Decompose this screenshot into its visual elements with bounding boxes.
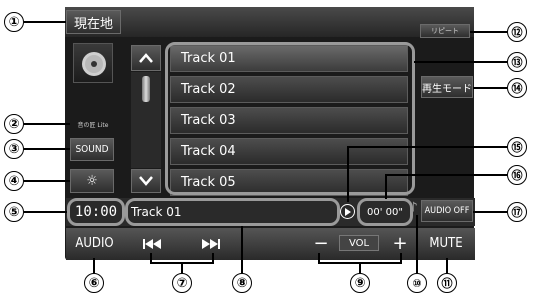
skip-back-icon bbox=[143, 238, 161, 249]
callout-15: ⑮ bbox=[507, 137, 527, 157]
callout-line bbox=[359, 262, 361, 273]
callout-2: ② bbox=[4, 114, 24, 134]
callout-line bbox=[24, 148, 70, 150]
repeat-button[interactable]: リピート bbox=[420, 24, 470, 38]
callout-1: ① bbox=[4, 12, 24, 32]
top-bar bbox=[65, 7, 474, 37]
callout-14: ⑭ bbox=[507, 78, 527, 98]
elapsed-outline bbox=[357, 198, 413, 226]
track-list-outline bbox=[165, 42, 415, 195]
scroll-down-button[interactable] bbox=[131, 169, 161, 193]
next-track-button[interactable] bbox=[183, 228, 239, 259]
disc-icon-box bbox=[73, 43, 113, 83]
callout-11: ⑪ bbox=[437, 273, 457, 293]
callout-line bbox=[24, 123, 70, 125]
callout-line bbox=[473, 211, 507, 213]
now-playing-outline bbox=[125, 198, 340, 226]
callout-5: ⑤ bbox=[4, 202, 24, 222]
skip-forward-icon bbox=[202, 238, 220, 249]
brightness-button[interactable]: ☼ bbox=[70, 169, 114, 193]
chevron-up-icon bbox=[139, 53, 153, 63]
callout-17: ⑰ bbox=[507, 202, 527, 222]
callout-line bbox=[150, 253, 152, 263]
sun-icon: ☼ bbox=[86, 173, 98, 189]
callout-line bbox=[347, 146, 507, 148]
callout-6: ⑥ bbox=[84, 273, 104, 293]
callout-line bbox=[385, 174, 387, 199]
callout-line bbox=[93, 258, 95, 273]
callout-line bbox=[385, 174, 507, 176]
callout-4: ④ bbox=[4, 171, 24, 191]
sound-button[interactable]: SOUND bbox=[70, 138, 114, 161]
callout-line bbox=[414, 61, 507, 63]
callout-line bbox=[470, 31, 507, 33]
callout-12: ⑫ bbox=[507, 22, 527, 42]
vol-minus-button[interactable]: − bbox=[311, 232, 331, 254]
callout-line bbox=[24, 211, 67, 213]
callout-line bbox=[181, 262, 183, 273]
callout-line bbox=[446, 258, 448, 273]
sound-preset-label[interactable]: 音の匠 Lite bbox=[70, 118, 116, 130]
callout-line bbox=[347, 146, 349, 202]
cd-icon bbox=[82, 52, 106, 76]
callout-9: ⑨ bbox=[350, 273, 370, 293]
callout-10: ⑩ bbox=[407, 273, 427, 293]
callout-line bbox=[241, 226, 243, 273]
audio-off-button[interactable]: AUDIO OFF bbox=[421, 200, 473, 222]
vol-label: VOL bbox=[339, 235, 379, 251]
callout-line bbox=[400, 253, 402, 263]
callout-8: ⑧ bbox=[232, 273, 252, 293]
callout-7: ⑦ bbox=[172, 273, 192, 293]
audio-button[interactable]: AUDIO bbox=[66, 228, 123, 259]
callout-line bbox=[24, 180, 70, 182]
clock-outline bbox=[67, 198, 125, 226]
play-mode-button[interactable]: 再生モード bbox=[421, 76, 473, 98]
callout-3: ③ bbox=[4, 139, 24, 159]
callout-16: ⑯ bbox=[507, 165, 527, 185]
callout-line bbox=[318, 253, 320, 263]
callout-line bbox=[416, 215, 418, 273]
playing-icon bbox=[340, 204, 355, 219]
current-location-button[interactable]: 現在地 bbox=[66, 10, 121, 34]
scroll-up-button[interactable] bbox=[131, 45, 161, 71]
callout-line bbox=[24, 21, 66, 23]
scrollbar-thumb[interactable] bbox=[142, 76, 150, 102]
callout-line bbox=[473, 87, 507, 89]
chevron-down-icon bbox=[139, 176, 153, 186]
callout-13: ⑬ bbox=[507, 52, 527, 72]
prev-track-button[interactable] bbox=[124, 228, 180, 259]
vol-plus-button[interactable]: + bbox=[390, 232, 410, 254]
mute-button[interactable]: MUTE bbox=[418, 228, 474, 259]
callout-line bbox=[212, 253, 214, 263]
